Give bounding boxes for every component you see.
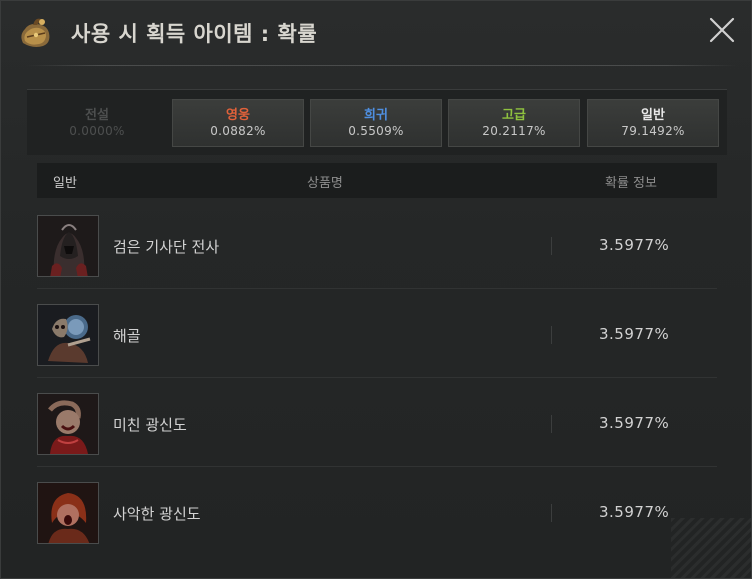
tab-label: 영웅 — [226, 107, 250, 123]
table-header: 일반 상품명 확률 정보 — [37, 163, 717, 198]
window-title: 사용 시 획득 아이템 : 확률 — [71, 22, 318, 46]
tab-rare[interactable]: 희귀 0.5509% — [310, 99, 442, 147]
column-header-item-name: 상품명 — [307, 176, 343, 191]
corner-decoration — [671, 518, 751, 578]
table-row: 해골 3.5977% — [37, 290, 717, 378]
tab-heroic[interactable]: 영웅 0.0882% — [172, 99, 304, 147]
column-divider — [551, 504, 552, 522]
item-name: 미친 광신도 — [113, 416, 187, 434]
item-name: 검은 기사단 전사 — [113, 238, 220, 256]
item-name: 해골 — [113, 327, 141, 345]
column-divider — [551, 415, 552, 433]
column-divider — [551, 326, 552, 344]
tab-percentage: 0.5509% — [348, 123, 404, 138]
title-divider — [27, 65, 737, 66]
tab-percentage: 0.0000% — [69, 123, 125, 138]
title-bar: 사용 시 획득 아이템 : 확률 — [1, 1, 751, 65]
table-row: 검은 기사단 전사 3.5977% — [37, 201, 717, 289]
tab-label: 전설 — [85, 107, 109, 123]
item-probability: 3.5977% — [599, 325, 670, 343]
skeleton-portrait-icon — [37, 304, 99, 366]
tab-percentage: 20.2117% — [482, 123, 546, 138]
tab-label: 일반 — [641, 107, 665, 123]
item-probability: 3.5977% — [599, 414, 670, 432]
item-bag-icon — [21, 18, 50, 47]
item-name: 사악한 광신도 — [113, 505, 201, 523]
tab-advanced[interactable]: 고급 20.2117% — [448, 99, 580, 147]
tab-label: 고급 — [502, 107, 526, 123]
item-probability: 3.5977% — [599, 236, 670, 254]
close-icon[interactable] — [707, 15, 737, 45]
tab-label: 희귀 — [364, 107, 388, 123]
tab-common[interactable]: 일반 79.1492% — [587, 99, 719, 147]
table-row: 미친 광신도 3.5977% — [37, 379, 717, 467]
evil-cultist-portrait-icon — [37, 482, 99, 544]
tab-legendary[interactable]: 전설 0.0000% — [31, 99, 163, 147]
column-header-probability: 확률 정보 — [605, 176, 657, 191]
category-label: 일반 — [53, 176, 77, 191]
table-row: 사악한 광신도 3.5977% — [37, 468, 717, 556]
probability-window: 사용 시 획득 아이템 : 확률 전설 0.0000% 영웅 0.0882% 희… — [0, 0, 752, 579]
mad-cultist-portrait-icon — [37, 393, 99, 455]
tab-percentage: 0.0882% — [210, 123, 266, 138]
item-probability: 3.5977% — [599, 503, 670, 521]
column-divider — [551, 237, 552, 255]
tab-percentage: 79.1492% — [621, 123, 685, 138]
black-knight-warrior-portrait-icon — [37, 215, 99, 277]
